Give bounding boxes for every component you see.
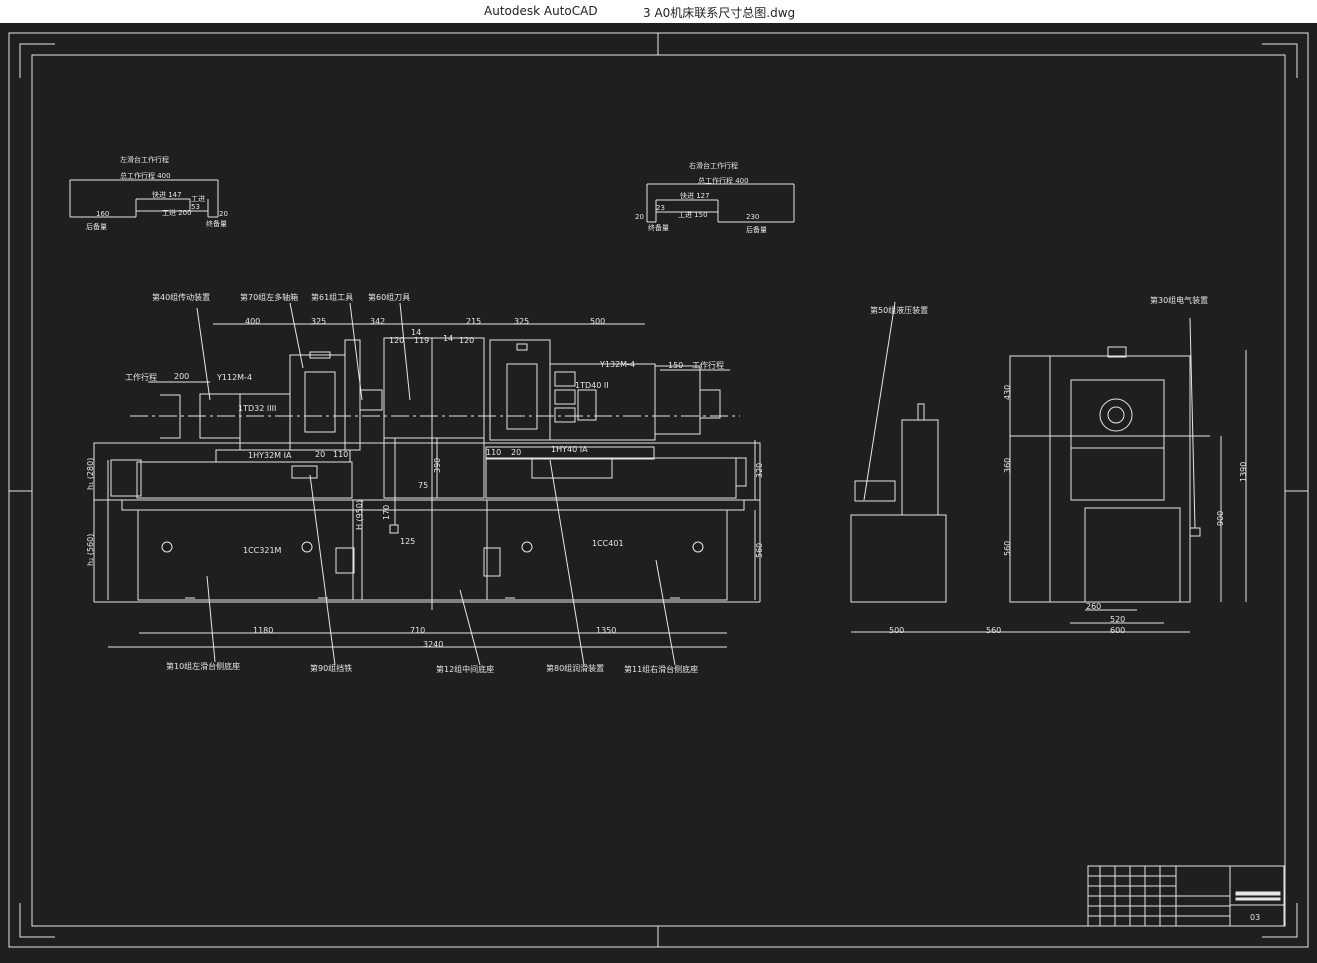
dim-215: 215: [466, 317, 481, 326]
label-lube: 第80组润滑装置: [546, 663, 604, 673]
dim-side-560: 560: [986, 626, 1001, 635]
right-cycle-total: 总工作行程 400: [698, 176, 749, 185]
dim-3240: 3240: [423, 640, 443, 649]
left-cycle-title: 左滑台工作行程: [120, 155, 169, 164]
file-name: 3 A0机床联系尺寸总图.dwg: [643, 6, 796, 20]
dim-119: 119: [414, 336, 429, 345]
dim-end-520: 520: [1110, 615, 1125, 624]
dim-1180: 1180: [253, 626, 273, 635]
drawing-canvas[interactable]: 左滑台工作行程 总工作行程 400 快进 147 工进 53 工进 200 16…: [0, 23, 1317, 959]
left-cycle-20: 20: [219, 210, 228, 218]
label-drive: 第40组传动装置: [152, 292, 210, 302]
dim-end-900: 900: [1216, 511, 1225, 526]
corner-mark-bl: [19, 903, 55, 938]
label-work-stroke-left: 工作行程: [125, 372, 157, 382]
outer-frame: [8, 32, 1309, 948]
label-motor-right: Y132M-4: [599, 360, 635, 369]
dim-500: 500: [590, 317, 605, 326]
label-left-multi-axle: 第70组左多轴箱: [240, 292, 298, 302]
dim-20b: 20: [511, 448, 521, 457]
dim-560r: 560: [755, 543, 764, 558]
dim-342: 342: [370, 317, 385, 326]
dim-120b: 120: [459, 336, 474, 345]
right-cycle-title: 右滑台工作行程: [689, 161, 738, 170]
label-work-stroke-right: 工作行程: [692, 360, 724, 370]
app-title: Autodesk AutoCAD: [484, 4, 598, 18]
dim-320: 320: [755, 463, 764, 478]
right-cycle-backup: 后备量: [746, 225, 767, 234]
cad-drawing[interactable]: 左滑台工作行程 总工作行程 400 快进 147 工进 53 工进 200 16…: [0, 23, 1317, 959]
label-head-left: 1TD32 IIII: [238, 404, 276, 413]
label-right-base: 第11组右滑台侧底座: [624, 664, 698, 674]
left-cycle-fast: 快进 147: [152, 190, 182, 199]
left-cycle-160: 160: [96, 210, 109, 218]
dim-150: 150: [668, 361, 683, 370]
label-motor-left: Y112M-4: [216, 373, 252, 382]
dim-end-430: 430: [1003, 385, 1012, 400]
label-head-right: 1TD40 II: [575, 381, 609, 390]
dim-390: 390: [433, 458, 442, 473]
inner-frame: [31, 54, 1286, 927]
dim-200: 200: [174, 372, 189, 381]
label-fixture: 第61组工具: [311, 292, 353, 302]
label-slide-left: 1HY32M IA: [248, 451, 292, 460]
label-electrical: 第30组电气装置: [1150, 295, 1208, 305]
label-middle-base: 第12组中间底座: [436, 664, 494, 674]
right-cycle-feed: 工进 150: [678, 211, 708, 219]
sheet-number: 03: [1250, 913, 1260, 922]
label-side-base-left: 1CC321M: [243, 546, 282, 555]
dim-h560: h₂ (560): [86, 534, 95, 566]
corner-mark-br: [1262, 903, 1298, 938]
left-cycle-total: 总工作行程 400: [120, 171, 171, 180]
right-cycle-fast: 快进 127: [680, 191, 710, 200]
dim-75: 75: [418, 481, 428, 490]
dim-110b: 110: [486, 448, 501, 457]
label-hydraulic: 第50组液压装置: [870, 305, 928, 315]
dim-end-1390: 1390: [1239, 462, 1248, 482]
dim-20a: 20: [315, 450, 325, 459]
left-cycle-backup: 后备量: [86, 222, 107, 231]
label-side-base-right: 1CC401: [592, 539, 624, 548]
label-left-base: 第10组左滑台侧底座: [166, 661, 240, 671]
dim-325b: 325: [514, 317, 529, 326]
dim-400: 400: [245, 317, 260, 326]
dim-710: 710: [410, 626, 425, 635]
dim-end-260: 260: [1086, 602, 1101, 611]
window-titlebar: Autodesk AutoCAD 3 A0机床联系尺寸总图.dwg: [0, 0, 1317, 23]
left-cycle-end: 终备量: [206, 219, 227, 228]
label-clamp: 第90组挡铁: [310, 663, 352, 673]
dim-14b: 14: [443, 334, 453, 343]
dim-side-500: 500: [889, 626, 904, 635]
dim-110a: 110: [333, 450, 348, 459]
corner-mark-tr: [1262, 43, 1298, 78]
side-view: [850, 301, 1045, 633]
right-cycle-end: 终备量: [648, 223, 669, 232]
dim-end-560: 560: [1003, 541, 1012, 556]
right-cycle-230: 230: [746, 213, 759, 221]
left-cycle-feed-small: 工进: [191, 195, 205, 203]
right-cycle-diagram: [646, 183, 795, 223]
left-cycle-feed: 工进 200: [162, 209, 192, 217]
end-view: [1009, 317, 1247, 633]
dim-170: 170: [382, 505, 391, 520]
dim-H950: H (950): [355, 500, 364, 530]
corner-mark-tl: [19, 43, 55, 78]
label-tools: 第60组刀具: [368, 292, 410, 302]
dim-1350: 1350: [596, 626, 616, 635]
dim-end-360: 360: [1003, 458, 1012, 473]
left-cycle-53: 53: [191, 203, 200, 211]
right-cycle-23: 23: [656, 204, 665, 212]
dim-120a: 120: [389, 336, 404, 345]
dim-end-600: 600: [1110, 626, 1125, 635]
dim-325a: 325: [311, 317, 326, 326]
dim-125: 125: [400, 537, 415, 546]
label-slide-right: 1HY40 IA: [551, 445, 588, 454]
right-cycle-20: 20: [635, 213, 644, 221]
dim-h280: h₁ (280): [86, 458, 95, 490]
